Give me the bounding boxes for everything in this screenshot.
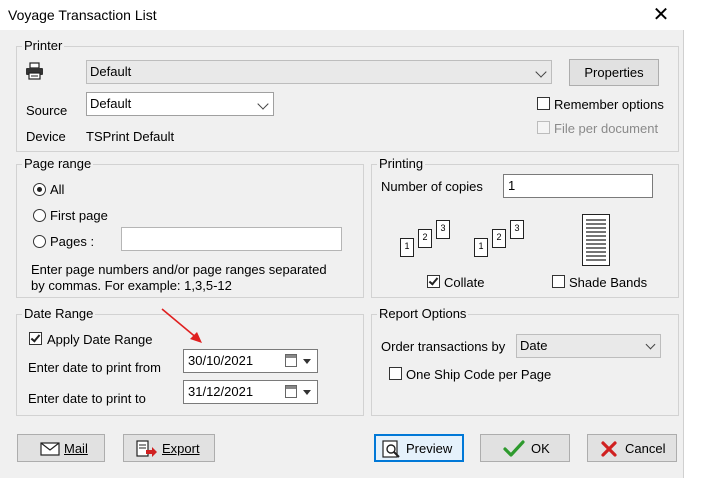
cancel-button-label: Cancel — [625, 441, 666, 456]
page-icon: 1 — [474, 238, 488, 257]
printer-icon — [26, 62, 43, 80]
title-bar: Voyage Transaction List ✕ — [0, 0, 684, 30]
report-options-legend: Report Options — [377, 306, 469, 321]
pages-radio[interactable] — [33, 235, 46, 248]
dialog-window: Voyage Transaction List ✕ Printer Defaul… — [0, 0, 684, 478]
copies-input[interactable]: 1 — [503, 174, 653, 198]
chevron-down-icon — [535, 66, 547, 78]
order-by-select[interactable]: Date — [516, 334, 661, 358]
device-value: TSPrint Default — [86, 129, 175, 144]
chevron-down-icon — [257, 98, 269, 110]
page-icon: 3 — [436, 220, 450, 239]
one-ship-code-label: One Ship Code per Page — [406, 367, 552, 382]
page-range-hint-line2: by commas. For example: 1,3,5-12 — [31, 278, 232, 293]
date-from-value: 30/10/2021 — [188, 353, 254, 368]
ok-button[interactable]: OK — [480, 434, 570, 462]
file-per-document-label: File per document — [554, 121, 659, 136]
calendar-icon[interactable] — [285, 354, 297, 367]
printer-legend: Printer — [22, 38, 65, 53]
file-per-document-checkbox[interactable] — [537, 121, 550, 134]
page-range-hint-line1: Enter page numbers and/or page ranges se… — [31, 262, 327, 277]
export-icon — [136, 440, 157, 457]
page-icon: 1 — [400, 238, 414, 257]
preview-button[interactable]: Preview — [374, 434, 464, 462]
properties-button[interactable]: Properties — [569, 59, 659, 86]
mail-icon — [40, 442, 60, 456]
close-button[interactable]: ✕ — [648, 3, 674, 27]
dropdown-arrow-icon[interactable] — [303, 390, 311, 395]
apply-date-range-label: Apply Date Range — [47, 332, 153, 347]
checkmark-icon — [503, 440, 525, 457]
collate-label: Collate — [444, 275, 485, 290]
date-to-value: 31/12/2021 — [188, 384, 254, 399]
ok-button-label: OK — [531, 441, 550, 456]
order-by-select-value: Date — [520, 338, 548, 353]
cancel-button[interactable]: Cancel — [587, 434, 677, 462]
first-page-radio[interactable] — [33, 209, 46, 222]
dropdown-arrow-icon[interactable] — [303, 359, 311, 364]
shade-bands-label: Shade Bands — [569, 275, 648, 290]
printing-legend: Printing — [377, 156, 426, 171]
pages-input[interactable] — [121, 227, 342, 251]
source-label: Source — [26, 103, 68, 118]
remember-options-checkbox[interactable] — [537, 97, 550, 110]
collate-pages-icon: 3 2 1 3 2 1 — [400, 220, 524, 266]
all-radio[interactable] — [33, 183, 46, 196]
device-label: Device — [26, 129, 66, 144]
pages-radio-label: Pages : — [50, 234, 95, 249]
one-ship-code-checkbox[interactable] — [389, 367, 402, 380]
remember-options-label: Remember options — [554, 97, 664, 112]
radio-selected-dot — [37, 187, 42, 192]
check-mark-icon — [428, 275, 439, 286]
order-by-label: Order transactions by — [381, 339, 506, 354]
date-to-input[interactable]: 31/12/2021 — [183, 380, 318, 404]
date-to-label: Enter date to print to — [28, 391, 146, 406]
chevron-down-icon — [645, 339, 656, 350]
preview-button-label: Preview — [406, 441, 453, 456]
report-options-group — [371, 314, 679, 416]
preview-icon — [382, 440, 400, 458]
source-select[interactable]: Default — [86, 92, 274, 116]
all-radio-label: All — [50, 182, 65, 197]
copies-label: Number of copies — [381, 179, 483, 194]
mail-button[interactable]: Mail — [17, 434, 105, 462]
check-mark-icon — [30, 332, 41, 343]
shade-bands-checkbox[interactable] — [552, 275, 565, 288]
source-select-value: Default — [90, 96, 132, 111]
window-title: Voyage Transaction List — [8, 7, 157, 23]
annotation-arrow-icon — [161, 308, 202, 343]
shade-bands-icon — [582, 214, 610, 266]
first-page-radio-label: First page — [50, 208, 108, 223]
export-button-label: Export — [162, 441, 200, 456]
date-from-input[interactable]: 30/10/2021 — [183, 349, 318, 373]
page-range-legend: Page range — [22, 156, 94, 171]
page-icon: 2 — [492, 229, 506, 248]
collate-checkbox[interactable] — [427, 275, 440, 288]
date-from-label: Enter date to print from — [28, 360, 161, 375]
properties-button-label: Properties — [584, 65, 644, 80]
apply-date-range-checkbox[interactable] — [29, 332, 42, 345]
page-icon: 3 — [510, 220, 524, 239]
calendar-icon[interactable] — [285, 385, 297, 398]
page-icon: 2 — [418, 229, 432, 248]
printer-select-value: Default — [90, 64, 132, 79]
copies-input-value: 1 — [508, 178, 516, 193]
printer-select[interactable]: Default — [86, 60, 552, 84]
mail-button-label: Mail — [64, 441, 88, 456]
date-range-legend: Date Range — [22, 306, 96, 321]
cancel-x-icon — [601, 441, 617, 457]
export-button[interactable]: Export — [123, 434, 215, 462]
